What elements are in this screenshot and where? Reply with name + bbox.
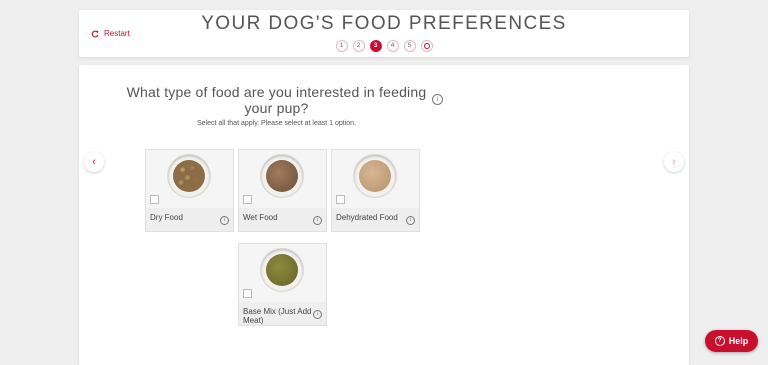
page-title: YOUR DOG'S FOOD PREFERENCES [201,13,567,34]
help-label: Help [728,336,749,346]
food-image-area [146,150,233,208]
step-3-current[interactable]: 3 [369,40,382,52]
question-text: What type of food are you interested in … [126,84,427,116]
dry-food-bowl-image [168,155,210,197]
help-button[interactable]: ? Help [705,330,758,352]
step-final-icon[interactable] [420,40,433,52]
base-mix-checkbox[interactable] [243,289,252,298]
question-subtitle: Select all that apply. Please select at … [196,120,357,127]
dehydrated-food-checkbox[interactable] [336,195,345,204]
step-4[interactable]: 4 [386,40,399,52]
option-dehydrated-food[interactable]: Dehydrated Food i [331,149,420,232]
next-button[interactable]: › [664,152,684,172]
info-icon[interactable]: i [313,310,322,319]
wet-food-bowl-image [261,155,303,197]
info-icon[interactable]: i [432,94,443,105]
option-label: Dehydrated Food [336,213,398,222]
step-1[interactable]: 1 [335,40,348,52]
option-wet-food[interactable]: Wet Food i [238,149,327,232]
option-label: Dry Food [150,213,183,222]
option-base-mix[interactable]: Base Mix (Just Add Meat) i [238,243,327,326]
info-icon[interactable]: i [406,216,415,225]
dry-food-checkbox[interactable] [150,195,159,204]
step-5[interactable]: 5 [403,40,416,52]
option-label: Wet Food [243,213,278,222]
dehydrated-food-bowl-image [354,155,396,197]
food-image-area [239,150,326,208]
info-icon[interactable]: i [313,216,322,225]
chevron-right-icon: › [672,155,676,168]
wet-food-checkbox[interactable] [243,195,252,204]
step-2[interactable]: 2 [352,40,365,52]
info-icon[interactable]: i [220,216,229,225]
step-indicator: 1 2 3 4 5 [79,40,689,52]
base-mix-bowl-image [261,249,303,291]
food-image-area [239,244,326,302]
question-panel: What type of food are you interested in … [79,65,689,365]
header-panel: Restart YOUR DOG'S FOOD PREFERENCES 1 2 … [79,10,689,57]
option-label: Base Mix (Just Add Meat) [243,307,312,325]
food-image-area [332,150,419,208]
help-icon: ? [714,336,725,346]
option-dry-food[interactable]: Dry Food i [145,149,234,232]
chevron-left-icon: ‹ [92,155,96,168]
previous-button[interactable]: ‹ [84,152,104,172]
